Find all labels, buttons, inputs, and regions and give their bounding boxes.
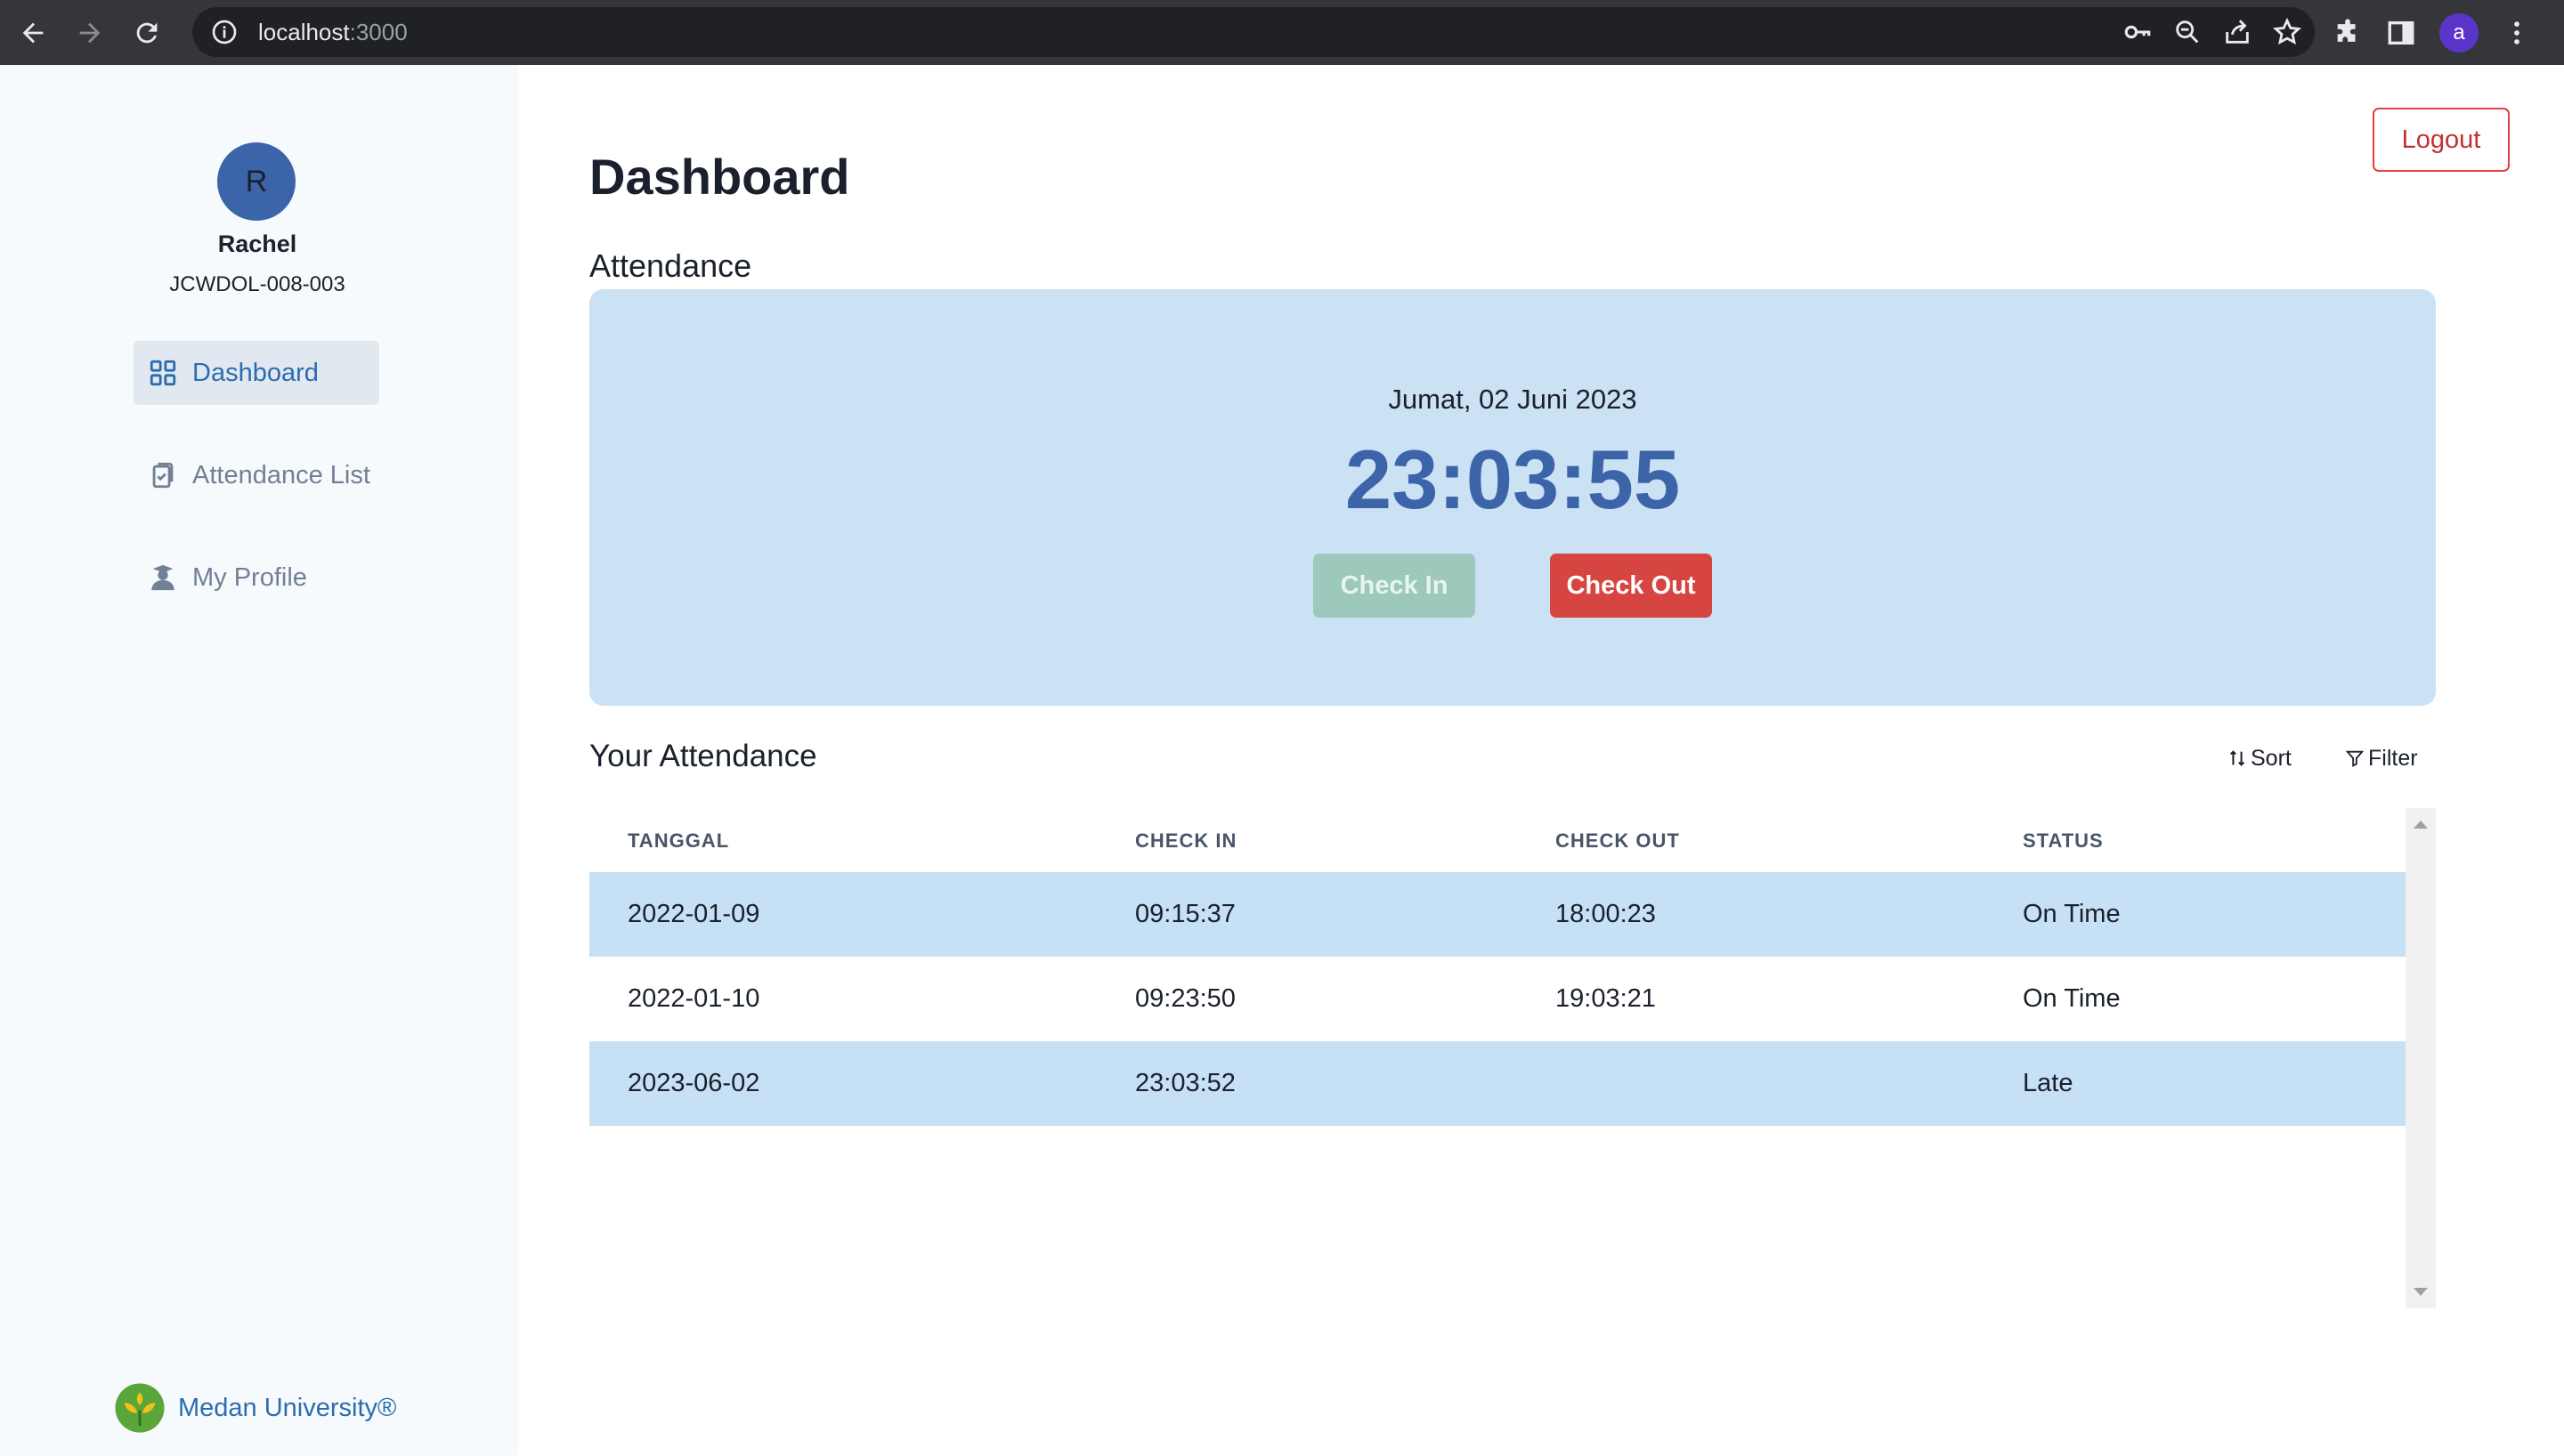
scroll-down-arrow-icon[interactable] <box>2414 1288 2428 1296</box>
sidebar-item-my-profile[interactable]: My Profile <box>134 546 379 610</box>
cell-check-in: 23:03:52 <box>1135 1069 1236 1097</box>
share-icon[interactable] <box>2222 17 2252 47</box>
zoom-icon[interactable] <box>2172 17 2203 47</box>
check-in-button[interactable]: Check In <box>1313 554 1475 618</box>
current-time: 23:03:55 <box>1344 433 1681 526</box>
address-bar[interactable]: localhost:3000 <box>192 7 2315 57</box>
browser-toolbar: localhost:3000 a <box>0 0 2564 65</box>
cell-check-out: 19:03:21 <box>1555 984 1656 1013</box>
scroll-up-arrow-icon[interactable] <box>2414 821 2428 829</box>
cell-status: Late <box>2023 1069 2073 1097</box>
table-row: 2022-01-09 09:15:37 18:00:23 On Time <box>589 872 2406 957</box>
cell-tanggal: 2023-06-02 <box>628 1069 760 1097</box>
current-date: Jumat, 02 Juni 2023 <box>1388 384 1637 415</box>
table-row: 2023-06-02 23:03:52 Late <box>589 1041 2406 1126</box>
check-out-button[interactable]: Check Out <box>1550 554 1712 618</box>
column-header-tanggal[interactable]: TANGGAL <box>628 829 729 853</box>
cell-check-in: 09:15:37 <box>1135 900 1236 928</box>
filter-button[interactable]: Filter <box>2345 744 2418 772</box>
cell-check-out: 18:00:23 <box>1555 900 1656 928</box>
clipboard-icon <box>152 462 174 489</box>
user-avatar: R <box>217 142 296 221</box>
sort-button[interactable]: Sort <box>2227 744 2292 772</box>
extensions-icon[interactable] <box>2333 18 2363 48</box>
sidebar: R Rachel JCWDOL-008-003 Dashboard Attend… <box>0 65 515 1456</box>
reload-icon <box>136 22 158 43</box>
user-graduate-icon <box>151 564 174 591</box>
cell-status: On Time <box>2023 900 2121 928</box>
kebab-menu-icon[interactable] <box>2502 18 2532 48</box>
arrow-left-icon <box>22 22 44 43</box>
key-icon[interactable] <box>2122 17 2153 47</box>
table-scrollbar[interactable] <box>2406 808 2436 1308</box>
filter-label: Filter <box>2368 745 2418 771</box>
sort-icon <box>2229 750 2245 766</box>
back-button[interactable] <box>8 8 58 58</box>
university-logo-icon <box>115 1383 165 1433</box>
sidebar-item-label: Dashboard <box>192 358 319 387</box>
reload-button[interactable] <box>122 8 172 58</box>
sidebar-item-dashboard[interactable]: Dashboard <box>134 341 379 405</box>
table-header: TANGGAL CHECK IN CHECK OUT STATUS <box>589 808 2406 872</box>
column-header-check-in[interactable]: CHECK IN <box>1135 829 1237 853</box>
attendance-section-label: Attendance <box>589 247 752 284</box>
user-id: JCWDOL-008-003 <box>169 272 345 296</box>
column-header-status[interactable]: STATUS <box>2023 829 2104 853</box>
page-title: Dashboard <box>589 149 850 205</box>
url-text: localhost:3000 <box>258 18 408 45</box>
filter-icon <box>2345 750 2365 767</box>
logout-button[interactable]: Logout <box>2373 108 2510 172</box>
side-panel-icon[interactable] <box>2386 18 2416 48</box>
info-icon[interactable] <box>210 18 239 46</box>
your-attendance-title: Your Attendance <box>589 739 817 773</box>
cell-status: On Time <box>2023 984 2121 1013</box>
arrow-right-icon <box>79 22 101 43</box>
column-header-check-out[interactable]: CHECK OUT <box>1555 829 1680 853</box>
forward-button[interactable] <box>65 8 115 58</box>
brand: Medan University® <box>114 1382 396 1434</box>
sort-label: Sort <box>2251 745 2292 771</box>
cell-tanggal: 2022-01-10 <box>628 984 760 1013</box>
attendance-table: TANGGAL CHECK IN CHECK OUT STATUS 2022-0… <box>589 808 2436 1308</box>
cell-tanggal: 2022-01-09 <box>628 900 760 928</box>
profile-avatar[interactable]: a <box>2439 12 2479 53</box>
sidebar-item-label: Attendance List <box>192 460 370 489</box>
cell-check-in: 09:23:50 <box>1135 984 1236 1013</box>
brand-name: Medan University® <box>178 1393 397 1422</box>
sidebar-item-label: My Profile <box>192 562 307 592</box>
user-name: Rachel <box>217 231 297 257</box>
sidebar-item-attendance-list[interactable]: Attendance List <box>134 443 379 507</box>
attendance-clock-card: Jumat, 02 Juni 2023 23:03:55 Check In Ch… <box>589 289 2436 706</box>
star-icon[interactable] <box>2272 17 2302 47</box>
table-row: 2022-01-10 09:23:50 19:03:21 On Time <box>589 957 2406 1041</box>
grid-icon <box>150 360 176 386</box>
